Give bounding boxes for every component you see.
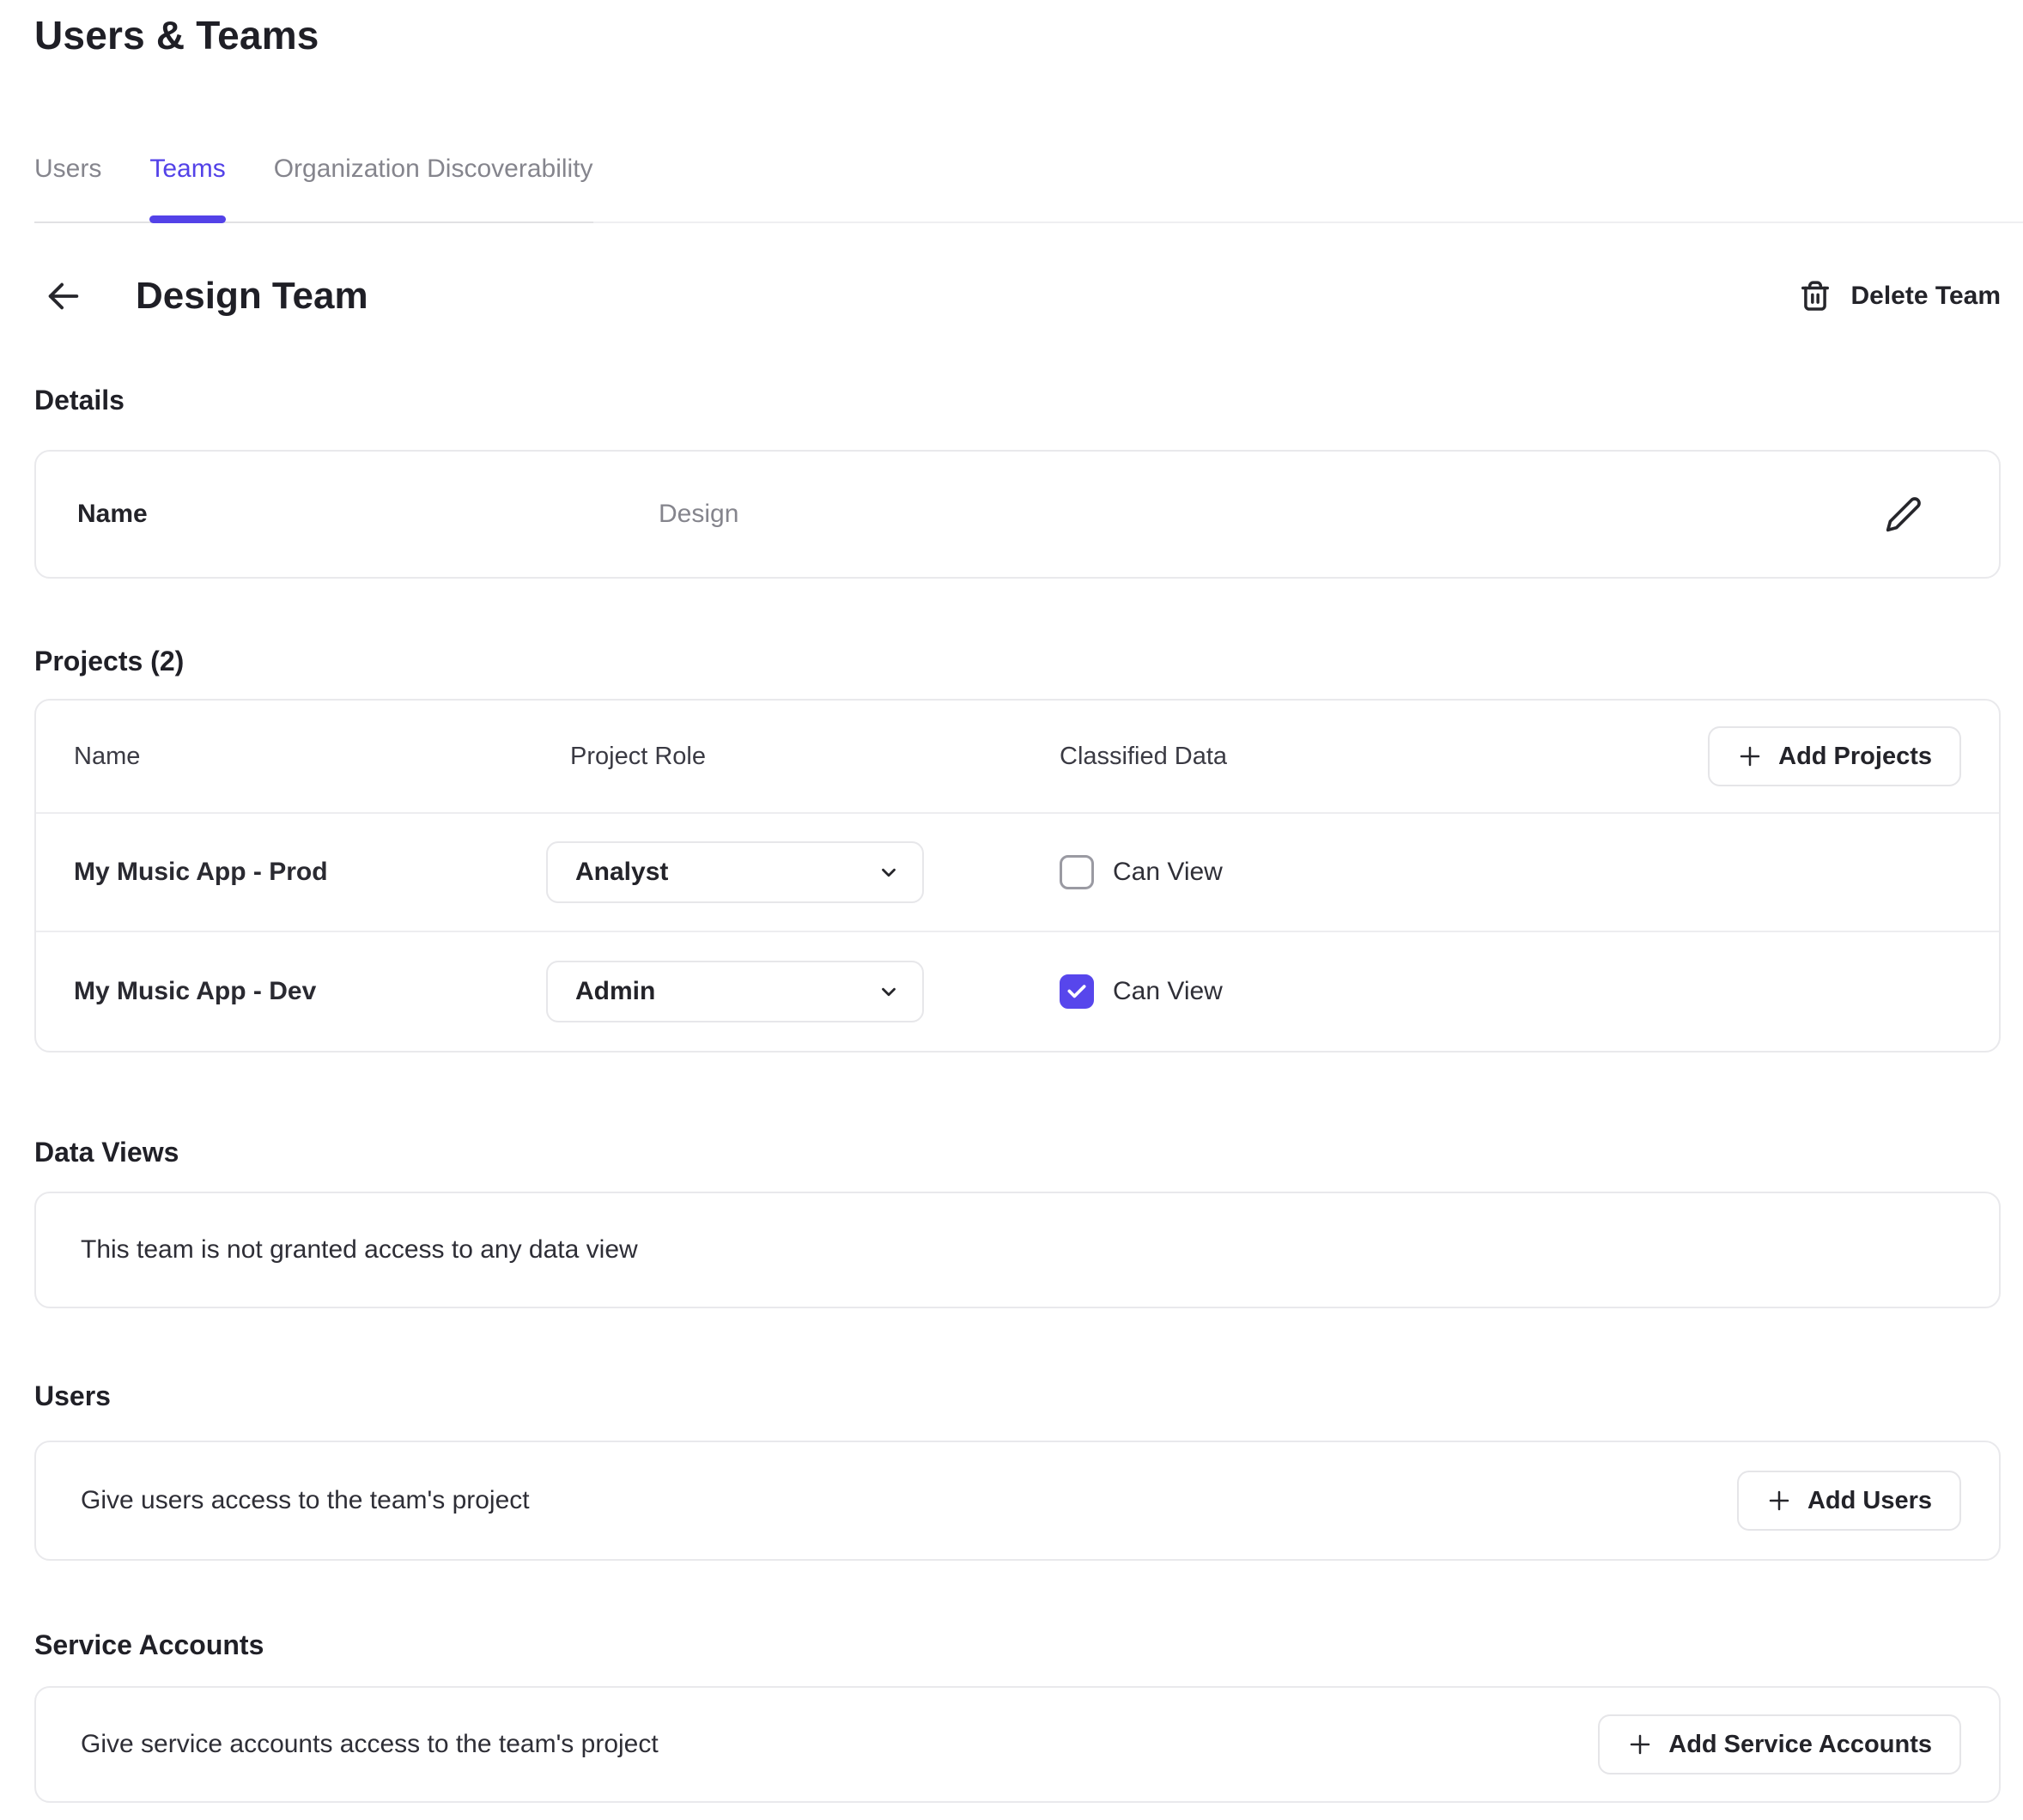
users-empty-text: Give users access to the team's project xyxy=(81,1486,530,1515)
projects-table: Name Project Role Classified Data Add Pr… xyxy=(34,699,2001,1053)
project-name: My Music App - Dev xyxy=(36,977,546,1006)
team-title: Design Team xyxy=(136,275,368,318)
projects-heading: Projects (2) xyxy=(34,644,2001,678)
can-view-checkbox[interactable] xyxy=(1060,855,1094,889)
team-name-label: Name xyxy=(77,500,659,529)
project-role-select[interactable]: Admin xyxy=(546,961,924,1022)
add-service-accounts-button[interactable]: Add Service Accounts xyxy=(1598,1714,1961,1774)
team-header: Design Team Delete Team xyxy=(34,271,2001,321)
users-card: Give users access to the team's project … xyxy=(34,1441,2001,1561)
add-projects-label: Add Projects xyxy=(1778,743,1932,771)
plus-icon xyxy=(1627,1732,1653,1757)
delete-team-button[interactable]: Delete Team xyxy=(1799,271,2001,321)
users-heading: Users xyxy=(34,1379,2001,1413)
can-view-checkbox[interactable] xyxy=(1060,974,1094,1009)
projects-table-header: Name Project Role Classified Data Add Pr… xyxy=(36,701,1999,814)
column-header-project-role: Project Role xyxy=(546,743,924,771)
column-header-name: Name xyxy=(36,743,546,771)
delete-team-label: Delete Team xyxy=(1850,282,2001,311)
table-row-project-dev: My Music App - Dev Admin Can View xyxy=(36,931,1999,1051)
data-views-heading: Data Views xyxy=(34,1135,2001,1169)
data-views-empty-text: This team is not granted access to any d… xyxy=(81,1235,638,1265)
service-accounts-heading: Service Accounts xyxy=(34,1628,2001,1662)
service-accounts-empty-text: Give service accounts access to the team… xyxy=(81,1730,659,1759)
can-view-label: Can View xyxy=(1113,858,1223,887)
add-service-accounts-label: Add Service Accounts xyxy=(1668,1731,1932,1759)
check-icon xyxy=(1066,980,1088,1003)
service-accounts-card: Give service accounts access to the team… xyxy=(34,1686,2001,1803)
add-users-button[interactable]: Add Users xyxy=(1737,1471,1961,1531)
back-button[interactable] xyxy=(39,272,88,320)
tab-bar: Users Teams Organization Discoverability xyxy=(34,155,2001,223)
plus-icon xyxy=(1766,1488,1792,1514)
project-name: My Music App - Prod xyxy=(36,858,546,887)
arrow-left-icon xyxy=(44,276,83,316)
tab-organization-discoverability[interactable]: Organization Discoverability xyxy=(274,155,593,221)
can-view-label: Can View xyxy=(1113,977,1223,1006)
details-heading: Details xyxy=(34,383,2001,417)
tab-users[interactable]: Users xyxy=(34,155,101,221)
plus-icon xyxy=(1737,743,1763,769)
table-row-project-prod: My Music App - Prod Analyst Can View xyxy=(36,814,1999,931)
project-role-value: Admin xyxy=(575,977,655,1006)
chevron-down-icon xyxy=(878,980,900,1003)
chevron-down-icon xyxy=(878,861,900,883)
edit-name-button[interactable] xyxy=(1881,492,1926,537)
column-header-classified-data: Classified Data xyxy=(924,743,1439,771)
page-title: Users & Teams xyxy=(34,12,2001,58)
add-projects-button[interactable]: Add Projects xyxy=(1708,726,1961,786)
trash-icon xyxy=(1799,278,1832,314)
add-users-label: Add Users xyxy=(1807,1487,1932,1515)
tab-list: Users Teams Organization Discoverability xyxy=(34,155,593,223)
details-card: Name Design xyxy=(34,450,2001,579)
tab-teams[interactable]: Teams xyxy=(149,155,225,221)
project-role-value: Analyst xyxy=(575,858,668,887)
team-name-value: Design xyxy=(659,500,1881,529)
project-role-select[interactable]: Analyst xyxy=(546,841,924,903)
data-views-card: This team is not granted access to any d… xyxy=(34,1192,2001,1308)
pencil-icon xyxy=(1885,495,1923,533)
